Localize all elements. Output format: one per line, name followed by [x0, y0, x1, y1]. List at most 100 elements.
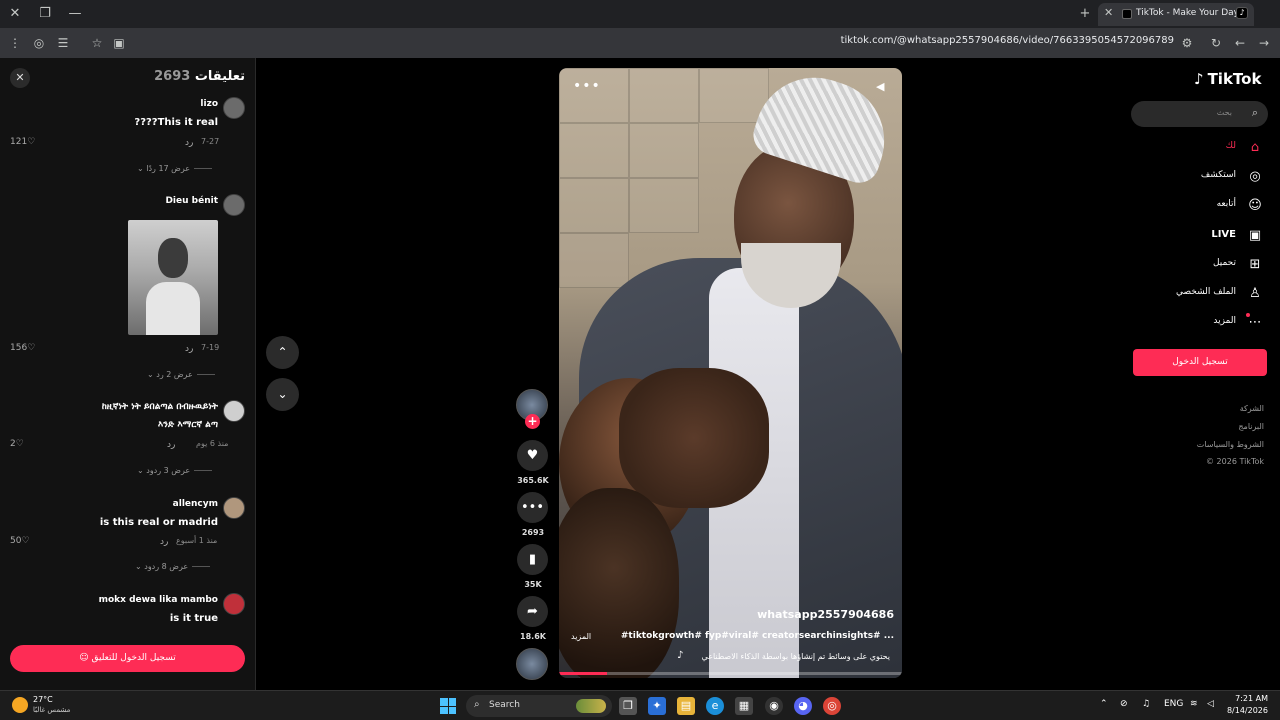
save-button[interactable]: ▮	[517, 544, 548, 575]
reply-button[interactable]: رد	[185, 138, 193, 148]
reply-button[interactable]: رد	[167, 440, 175, 450]
comment-likes[interactable]: 2♡	[10, 439, 24, 449]
search-input[interactable]: بحث ⌕	[1131, 101, 1268, 127]
window-restore-icon[interactable]: ❐	[36, 5, 54, 23]
avatar[interactable]	[223, 194, 245, 216]
comment-username[interactable]: allencym	[173, 499, 218, 509]
wall-block	[559, 123, 629, 178]
music-disc-avatar[interactable]	[516, 648, 548, 680]
nav-item-for-you[interactable]: لك ⌂	[1140, 137, 1266, 159]
forward-icon[interactable]: ←	[1231, 34, 1249, 52]
view-replies-button[interactable]: ⌄ عرض 2 رد	[147, 370, 215, 379]
avatar[interactable]	[223, 400, 245, 422]
next-video-button[interactable]: ⌄	[266, 378, 299, 411]
video-more-button[interactable]: المزيد	[571, 632, 591, 641]
live-icon: ▣	[1248, 228, 1262, 243]
clock-date[interactable]: 8/14/2026	[1222, 706, 1268, 715]
site-settings-icon[interactable]: ⚙	[1178, 34, 1196, 52]
video-description: #tiktokgrowth# fyp#viral# creatorsearchi…	[620, 631, 894, 641]
address-bar[interactable]: tiktok.com/@whatsapp2557904686/video/766…	[760, 35, 1174, 46]
reload-icon[interactable]: ↻	[1207, 34, 1225, 52]
menu-kebab-icon[interactable]: ⋮	[6, 34, 24, 52]
language-indicator[interactable]: ENG	[1164, 699, 1183, 709]
avatar[interactable]	[223, 97, 245, 119]
chrome-icon[interactable]: ◎	[823, 697, 841, 715]
comment-image[interactable]	[128, 220, 218, 335]
start-button[interactable]	[440, 698, 456, 714]
edge-icon[interactable]: e	[706, 697, 724, 715]
nav-item-explore[interactable]: استكشف ◎	[1140, 166, 1266, 188]
comment-likes[interactable]: 50♡	[10, 536, 30, 546]
video-author[interactable]: whatsapp2557904686	[757, 608, 894, 621]
tray-chevron-icon[interactable]: ⌃	[1100, 699, 1108, 709]
video-progress-bar[interactable]	[559, 672, 902, 675]
new-tab-icon[interactable]: +	[1076, 5, 1094, 23]
divider	[192, 566, 211, 567]
microphone-icon[interactable]: ♫	[1142, 699, 1150, 709]
tiktok-logo[interactable]: ♪ TikTok	[1194, 70, 1261, 88]
task-view-icon[interactable]: ❐	[619, 697, 637, 715]
clock-time[interactable]: 7:21 AM	[1222, 694, 1268, 703]
weather-description[interactable]: مشمس غالبًا	[33, 706, 70, 714]
file-explorer-icon[interactable]: ▤	[677, 697, 695, 715]
bookmark-star-icon[interactable]: ☆	[88, 34, 106, 52]
discord-icon[interactable]: ◕	[794, 697, 812, 715]
nav-item-following[interactable]: أتابعه ☺	[1140, 195, 1266, 217]
wifi-icon[interactable]: ≋	[1190, 699, 1198, 709]
login-button[interactable]: تسجيل الدخول	[1133, 349, 1267, 376]
app-icon[interactable]: ◉	[765, 697, 783, 715]
nav-item-profile[interactable]: الملف الشخصي ♙	[1140, 283, 1266, 305]
avatar[interactable]	[223, 497, 245, 519]
upload-icon: ⊞	[1249, 257, 1261, 272]
tiktok-logo-text: TikTok	[1207, 70, 1262, 88]
follow-plus-icon[interactable]: +	[525, 414, 540, 429]
view-replies-button[interactable]: ⌄ عرض 17 ردًا	[137, 164, 213, 173]
taskbar-search[interactable]: ⌕ Search	[466, 695, 612, 717]
login-to-comment-button[interactable]: ☺ تسجيل الدخول للتعليق	[10, 645, 245, 672]
nav-item-live[interactable]: LIVE ▣	[1140, 225, 1266, 247]
likes-count: 365.6K	[517, 476, 549, 485]
likes-count: 50	[10, 536, 22, 546]
widgets-icon[interactable]: ✦	[648, 697, 666, 715]
weather-temperature[interactable]: 27°C	[33, 695, 53, 704]
chevron-down-icon: ⌄	[137, 164, 147, 173]
browser-tab[interactable]: ✕ TikTok - Make Your Day	[1098, 3, 1254, 26]
extension-icon[interactable]: ▣	[110, 34, 128, 52]
tiktok-app-icon[interactable]: ♪	[1236, 7, 1248, 19]
like-button[interactable]: ♥	[517, 440, 548, 471]
nav-item-more[interactable]: المزيد ⋯	[1140, 312, 1266, 334]
reply-button[interactable]: رد	[160, 537, 168, 547]
chevron-down-icon: ⌄	[137, 466, 147, 475]
nav-item-upload[interactable]: تحميل ⊞	[1140, 254, 1266, 276]
footer-link-terms[interactable]: الشروط والسياسات	[1197, 440, 1264, 449]
video-player[interactable]: ••• ◀ whatsapp2557904686 #tiktokgrowth# …	[559, 68, 902, 678]
previous-video-button[interactable]: ⌃	[266, 336, 299, 369]
comment-username[interactable]: mokx dewa lika mambo	[99, 595, 218, 605]
window-close-icon[interactable]: ✕	[6, 5, 24, 23]
account-icon[interactable]: ◎	[30, 34, 48, 52]
view-replies-button[interactable]: ⌄ عرض 3 ردود	[137, 466, 213, 475]
footer-link-company[interactable]: الشركة	[1240, 404, 1264, 413]
comment-date: منذ 6 يوم	[196, 439, 229, 448]
volume-icon[interactable]: ◁	[1207, 699, 1214, 709]
view-replies-button[interactable]: ⌄ عرض 8 ردود	[135, 562, 211, 571]
comment-likes[interactable]: 121♡	[10, 137, 35, 147]
window-minimize-icon[interactable]: —	[66, 5, 84, 23]
network-off-icon[interactable]: ⊘	[1120, 699, 1128, 709]
comment-username[interactable]: Dieu bénit	[165, 196, 218, 206]
avatar[interactable]	[223, 593, 245, 615]
close-icon[interactable]: ✕	[10, 68, 30, 88]
comment-button[interactable]: •••	[517, 492, 548, 523]
share-button[interactable]: ➦	[517, 596, 548, 627]
tab-close-icon[interactable]: ✕	[1104, 6, 1113, 19]
store-icon[interactable]: ▦	[735, 697, 753, 715]
back-icon[interactable]: →	[1255, 34, 1273, 52]
reading-list-icon[interactable]: ☰	[54, 34, 72, 52]
reply-button[interactable]: رد	[185, 344, 193, 354]
volume-icon[interactable]: ◀	[876, 80, 890, 94]
video-options-icon[interactable]: •••	[573, 78, 601, 94]
comment-likes[interactable]: 156♡	[10, 343, 35, 353]
weather-sun-icon[interactable]	[12, 697, 28, 713]
footer-link-program[interactable]: البرنامج	[1238, 422, 1264, 431]
comment-username[interactable]: lizo	[200, 99, 218, 109]
